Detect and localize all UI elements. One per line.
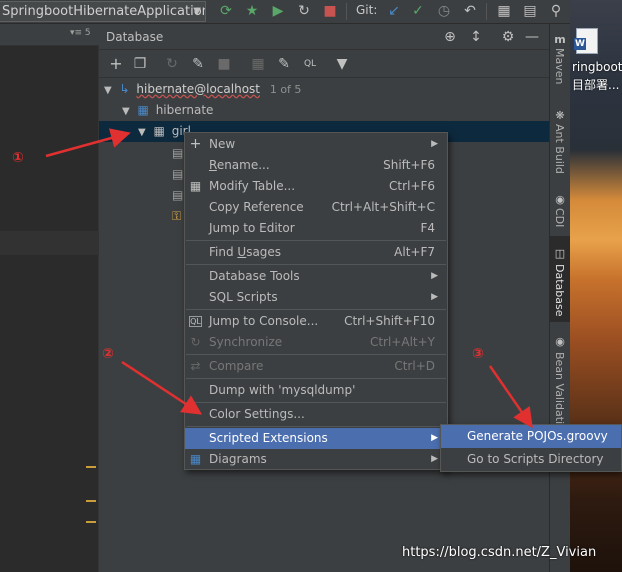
annotation-number-3: ③: [472, 346, 484, 362]
arrow-2: [121, 360, 203, 415]
watermark: https://blog.csdn.net/Z_Vivian: [402, 545, 597, 560]
arrow-3: [488, 365, 533, 429]
annotation-arrows: [45, 128, 533, 429]
arrow-1: [45, 128, 131, 158]
annotation-number-1: ①: [12, 150, 24, 166]
annotation-number-2: ②: [102, 346, 114, 362]
